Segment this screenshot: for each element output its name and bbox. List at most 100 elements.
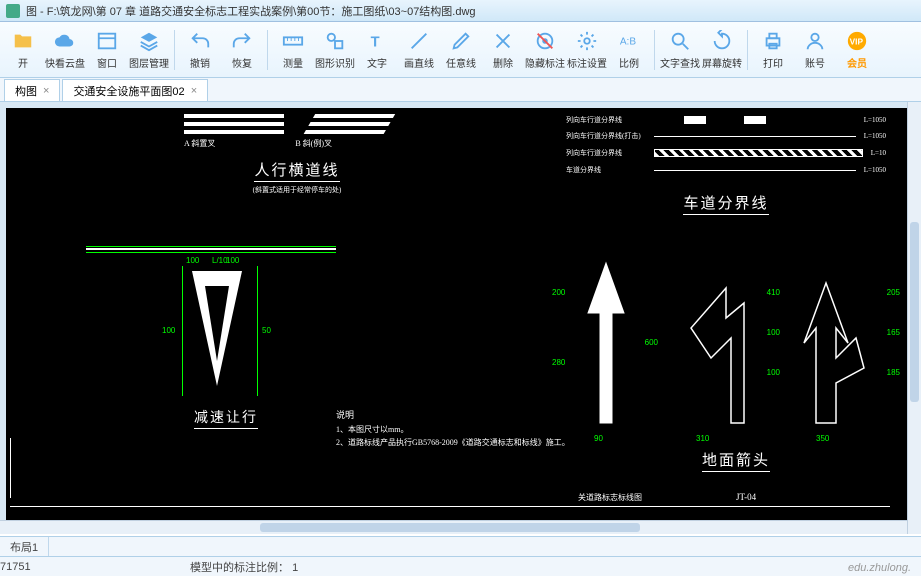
yield-title: 减速让行 bbox=[194, 411, 258, 429]
toolbar-window-button[interactable]: 窗口 bbox=[86, 24, 128, 76]
hide-icon bbox=[533, 29, 557, 53]
scrollbar-thumb[interactable] bbox=[260, 523, 640, 532]
lane-row4-label: 车道分界线 bbox=[566, 165, 646, 175]
toolbar-user-button[interactable]: 账号 bbox=[794, 24, 836, 76]
arrow-straight: 200 280 600 90 bbox=[576, 258, 636, 431]
lane-row2-val: L=1050 bbox=[864, 132, 886, 140]
cad-canvas[interactable]: A 斜置叉 B 斜(例)叉 人行横道线 (斜置式适用于经常停车的处) 列向车行道… bbox=[6, 108, 915, 528]
svg-text:A:B: A:B bbox=[620, 37, 637, 48]
user-icon bbox=[803, 29, 827, 53]
toolbar-label: 开 bbox=[18, 55, 28, 70]
crosswalk-note: (斜置式适用于经常停车的处) bbox=[253, 186, 342, 194]
toolbar-rotate-button[interactable]: 屏幕旋转 bbox=[701, 24, 743, 76]
arrow-straight-left: 205 165 185 350 bbox=[796, 258, 876, 431]
horizontal-scrollbar[interactable] bbox=[0, 520, 907, 534]
vertical-scrollbar[interactable] bbox=[907, 102, 921, 534]
lane-title: 车道分界线 bbox=[683, 196, 768, 215]
document-tabs: 构图 × 交通安全设施平面图02 × bbox=[0, 78, 921, 102]
yield-triangle-icon bbox=[182, 266, 272, 396]
scrollbar-thumb[interactable] bbox=[910, 222, 919, 402]
close-icon[interactable]: × bbox=[43, 85, 49, 97]
lane-row2-label: 列向车行道分界线(打击) bbox=[566, 131, 646, 141]
tab-label: 构图 bbox=[15, 83, 37, 99]
toolbar-ratio-button[interactable]: A:B 比例 bbox=[608, 24, 650, 76]
layers-icon bbox=[137, 29, 161, 53]
canvas-area: A 斜置叉 B 斜(例)叉 人行横道线 (斜置式适用于经常停车的处) 列向车行道… bbox=[0, 102, 921, 534]
toolbar-cloud-button[interactable]: 快看云盘 bbox=[44, 24, 86, 76]
lane-row3-val: L=10 bbox=[871, 149, 886, 157]
folder-icon bbox=[11, 29, 35, 53]
toolbar-label: 文字 bbox=[367, 55, 387, 70]
toolbar-layers-button[interactable]: 图层管理 bbox=[128, 24, 170, 76]
search-icon bbox=[668, 29, 692, 53]
toolbar-vip-button[interactable]: VIP会员 bbox=[836, 24, 878, 76]
main-toolbar: 开 快看云盘窗口图层管理 撤销 恢复 测量图形识别 T 文字 画直线任意线删除隐藏标注标注设置… bbox=[0, 22, 921, 78]
status-bar-2: 71751 模型中的标注比例： 1 bbox=[0, 556, 921, 576]
shapes-icon bbox=[323, 29, 347, 53]
footer-label: 关道路标志标线图 bbox=[578, 493, 642, 502]
app-icon bbox=[6, 4, 20, 18]
notes-title: 说明 bbox=[336, 408, 596, 421]
toolbar-label: 图形识别 bbox=[315, 55, 355, 70]
toolbar-label: 文字查找 bbox=[660, 55, 700, 70]
toolbar-line-button[interactable]: 画直线 bbox=[398, 24, 440, 76]
toolbar-erase-button[interactable]: 删除 bbox=[482, 24, 524, 76]
lane-row1-label: 列向车行道分界线 bbox=[566, 115, 646, 125]
toolbar-label: 账号 bbox=[805, 55, 825, 70]
toolbar-text-button[interactable]: T 文字 bbox=[356, 24, 398, 76]
toolbar-label: 隐藏标注 bbox=[525, 55, 565, 70]
toolbar-label: 测量 bbox=[283, 55, 303, 70]
toolbar-label: 窗口 bbox=[97, 55, 117, 70]
ruler-icon bbox=[281, 29, 305, 53]
arrows-title: 地面箭头 bbox=[702, 453, 770, 472]
toolbar-label: 恢复 bbox=[232, 55, 252, 70]
redo-icon bbox=[230, 29, 254, 53]
crosswalk-title: 人行横道线 bbox=[254, 163, 339, 182]
toolbar-label: 比例 bbox=[619, 55, 639, 70]
footer-code: JT-04 bbox=[736, 492, 756, 502]
cloud-icon bbox=[53, 29, 77, 53]
rotate-icon bbox=[710, 29, 734, 53]
arrow-left-turn: 410 100 100 310 bbox=[676, 258, 756, 431]
layout-tab[interactable]: 布局1 bbox=[0, 537, 49, 556]
toolbar-label: 撤销 bbox=[190, 55, 210, 70]
toolbar-redo-button[interactable]: 恢复 bbox=[221, 24, 263, 76]
status-bar-1: 布局1 bbox=[0, 536, 921, 556]
toolbar-print-button[interactable]: 打印 bbox=[752, 24, 794, 76]
dim-100a: 100 bbox=[186, 256, 199, 265]
ratio-icon: A:B bbox=[617, 29, 641, 53]
stripes-a bbox=[184, 114, 284, 132]
toolbar-label: 图层管理 bbox=[129, 55, 169, 70]
dim-100c: 100 bbox=[162, 326, 175, 335]
dim-l10: L/10 bbox=[212, 256, 228, 265]
print-icon bbox=[761, 29, 785, 53]
toolbar-hide-button[interactable]: 隐藏标注 bbox=[524, 24, 566, 76]
notes-1: 1、本图尺寸以mm。 bbox=[336, 424, 596, 435]
erase-icon bbox=[491, 29, 515, 53]
gear-icon bbox=[575, 29, 599, 53]
toolbar-gear-button[interactable]: 标注设置 bbox=[566, 24, 608, 76]
document-tab[interactable]: 交通安全设施平面图02 × bbox=[62, 79, 208, 101]
text-icon: T bbox=[365, 29, 389, 53]
document-tab[interactable]: 构图 × bbox=[4, 79, 60, 101]
watermark: edu.zhulong. bbox=[848, 562, 911, 574]
toolbar-undo-button[interactable]: 撤销 bbox=[179, 24, 221, 76]
tab-label: 交通安全设施平面图02 bbox=[73, 83, 184, 99]
toolbar-label: 删除 bbox=[493, 55, 513, 70]
toolbar-pencil-button[interactable]: 任意线 bbox=[440, 24, 482, 76]
label-a: A 斜置叉 bbox=[184, 138, 215, 149]
pencil-icon bbox=[449, 29, 473, 53]
toolbar-label: 画直线 bbox=[404, 55, 434, 70]
toolbar-label: 打印 bbox=[763, 55, 783, 70]
svg-text:T: T bbox=[371, 35, 380, 51]
toolbar-ruler-button[interactable]: 测量 bbox=[272, 24, 314, 76]
window-title: 图 - F:\筑龙网\第 07 章 道路交通安全标志工程实战案例\第00节：施工… bbox=[26, 3, 476, 19]
close-icon[interactable]: × bbox=[191, 85, 197, 97]
lane-row4-val: L=1050 bbox=[864, 166, 886, 174]
vip-icon: VIP bbox=[845, 29, 869, 53]
label-b: B 斜(例)叉 bbox=[295, 138, 332, 149]
toolbar-shapes-button[interactable]: 图形识别 bbox=[314, 24, 356, 76]
toolbar-search-button[interactable]: 文字查找 bbox=[659, 24, 701, 76]
toolbar-folder-button[interactable]: 开 bbox=[2, 24, 44, 76]
toolbar-label: 屏幕旋转 bbox=[702, 55, 742, 70]
